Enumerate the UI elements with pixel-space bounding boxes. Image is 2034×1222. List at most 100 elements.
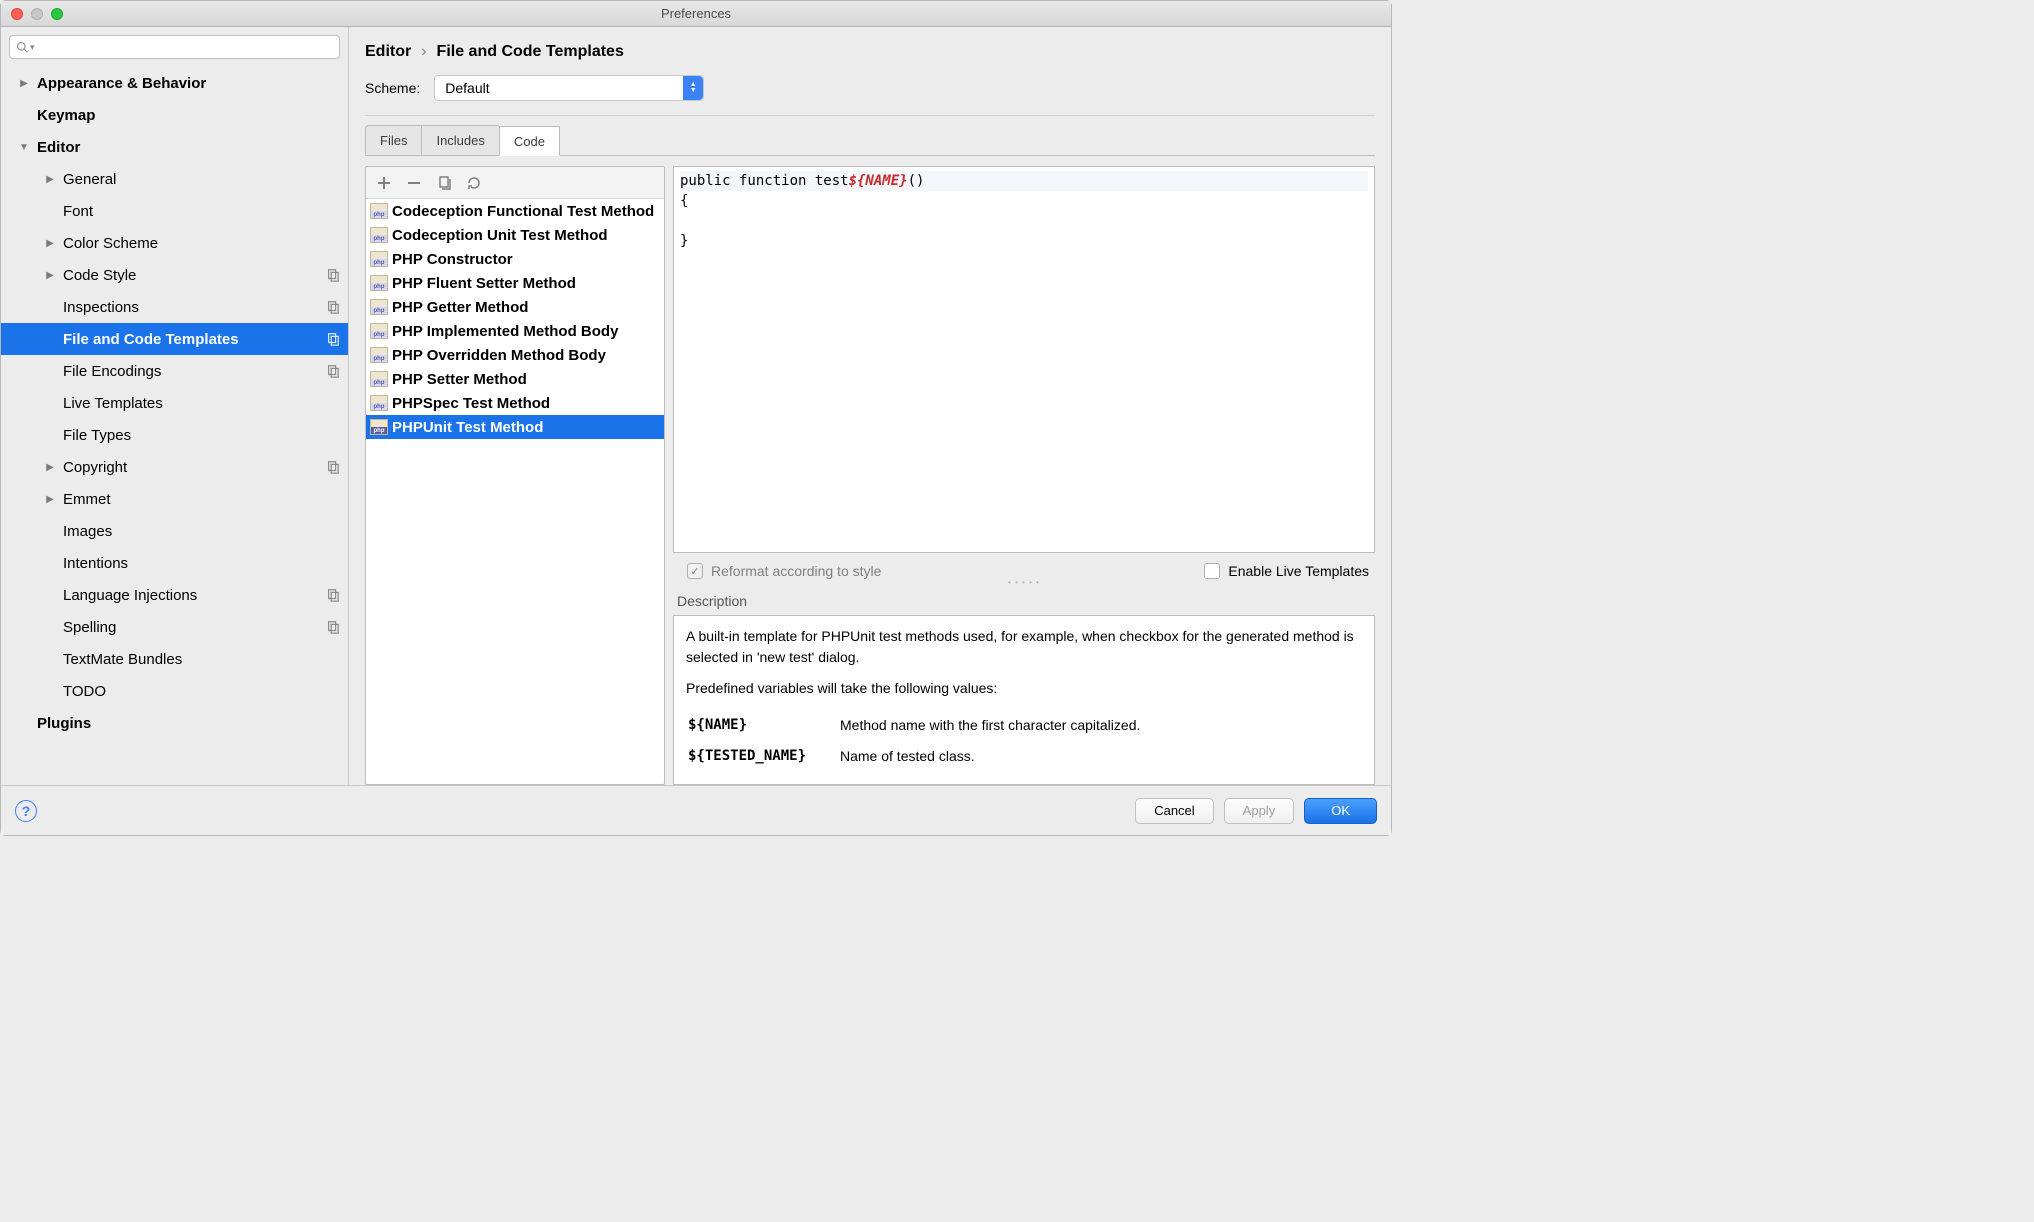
- sidebar-item[interactable]: ▼Editor: [1, 131, 348, 163]
- template-options: ✓ Reformat according to style Enable Liv…: [673, 553, 1375, 585]
- dialog-footer: ? Cancel Apply OK: [1, 785, 1391, 835]
- sidebar-item[interactable]: Spelling: [1, 611, 348, 643]
- sidebar-item[interactable]: File and Code Templates: [1, 323, 348, 355]
- scope-icon: [326, 268, 340, 282]
- ok-button[interactable]: OK: [1304, 798, 1377, 824]
- template-item-label: PHP Overridden Method Body: [392, 347, 606, 364]
- sidebar-item[interactable]: File Encodings: [1, 355, 348, 387]
- code-text: }: [680, 233, 688, 249]
- sidebar-item[interactable]: Inspections: [1, 291, 348, 323]
- breadcrumb-part[interactable]: Editor: [365, 43, 411, 61]
- window-titlebar: Preferences: [1, 1, 1391, 27]
- template-list-item[interactable]: PHPUnit Test Method: [366, 415, 664, 439]
- sidebar-item[interactable]: ▶ Copyright: [1, 451, 348, 483]
- description-vars-table: ${NAME}Method name with the first charac…: [686, 709, 1158, 773]
- template-code-editor[interactable]: public function test${NAME}() { }: [673, 166, 1375, 553]
- template-item-label: PHP Implemented Method Body: [392, 323, 618, 340]
- checkbox-label: Reformat according to style: [711, 563, 881, 579]
- template-item-label: PHP Fluent Setter Method: [392, 275, 576, 292]
- template-item-label: PHPSpec Test Method: [392, 395, 550, 412]
- description-header: Description: [673, 585, 1375, 615]
- remove-icon[interactable]: [406, 175, 422, 191]
- template-item-label: PHP Getter Method: [392, 299, 528, 316]
- sidebar-item-label: Emmet: [63, 491, 340, 508]
- template-item-label: PHP Setter Method: [392, 371, 527, 388]
- checkbox-icon: [1204, 563, 1220, 579]
- sidebar-item[interactable]: ▶ Emmet: [1, 483, 348, 515]
- sidebar-item-label: Editor: [37, 139, 340, 156]
- sidebar-item-label: General: [63, 171, 340, 188]
- search-icon: [16, 41, 28, 53]
- sidebar-item[interactable]: Images: [1, 515, 348, 547]
- scope-icon: [326, 588, 340, 602]
- sidebar-item[interactable]: Live Templates: [1, 387, 348, 419]
- sidebar-item[interactable]: TODO: [1, 675, 348, 707]
- help-button[interactable]: ?: [15, 800, 37, 822]
- sidebar-item-label: Live Templates: [63, 395, 340, 412]
- add-icon[interactable]: [376, 175, 392, 191]
- sidebar-item-label: Intentions: [63, 555, 340, 572]
- sidebar-item-label: Copyright: [63, 459, 326, 476]
- sidebar-item-label: Plugins: [37, 715, 340, 732]
- tab[interactable]: Files: [365, 125, 421, 155]
- main-content: ▾ ▶Appearance & Behavior Keymap ▼Editor ▶ Ge…: [1, 27, 1391, 785]
- disclosure-icon: ▶: [45, 174, 55, 185]
- template-list-item[interactable]: PHP Fluent Setter Method: [366, 271, 664, 295]
- code-tab-body: Codeception Functional Test MethodCodece…: [365, 156, 1375, 785]
- scheme-select[interactable]: Default ▲▼: [434, 75, 704, 101]
- description-text: A built-in template for PHPUnit test met…: [686, 626, 1362, 668]
- sidebar-item[interactable]: Intentions: [1, 547, 348, 579]
- cancel-button[interactable]: Cancel: [1135, 798, 1213, 824]
- variable-name: ${TESTED_NAME}: [688, 742, 838, 771]
- sidebar-item[interactable]: TextMate Bundles: [1, 643, 348, 675]
- tab[interactable]: Code: [499, 126, 560, 156]
- template-list-item[interactable]: PHP Getter Method: [366, 295, 664, 319]
- php-file-icon: [370, 323, 388, 339]
- sidebar-item[interactable]: Plugins: [1, 707, 348, 739]
- sidebar-item[interactable]: Keymap: [1, 99, 348, 131]
- checkbox-label: Enable Live Templates: [1228, 563, 1369, 579]
- template-list-item[interactable]: PHP Setter Method: [366, 367, 664, 391]
- disclosure-icon: ▶: [45, 270, 55, 281]
- copy-icon[interactable]: [436, 175, 452, 191]
- sidebar-item[interactable]: Font: [1, 195, 348, 227]
- sidebar-item-label: Font: [63, 203, 340, 220]
- sidebar-item[interactable]: ▶Appearance & Behavior: [1, 67, 348, 99]
- template-list-item[interactable]: PHP Constructor: [366, 247, 664, 271]
- breadcrumb-part: File and Code Templates: [437, 43, 624, 61]
- tab[interactable]: Includes: [421, 125, 498, 155]
- scope-icon: [326, 460, 340, 474]
- template-list-toolbar: [366, 167, 664, 199]
- live-templates-checkbox[interactable]: Enable Live Templates: [1204, 563, 1369, 579]
- php-file-icon: [370, 275, 388, 291]
- sidebar-item[interactable]: ▶ General: [1, 163, 348, 195]
- sidebar-item[interactable]: Language Injections: [1, 579, 348, 611]
- template-list-item[interactable]: Codeception Unit Test Method: [366, 223, 664, 247]
- apply-button[interactable]: Apply: [1224, 798, 1295, 824]
- php-file-icon: [370, 203, 388, 219]
- sidebar-item[interactable]: ▶Color Scheme: [1, 227, 348, 259]
- disclosure-icon: ▶: [45, 462, 55, 473]
- table-row: ${TESTED_NAME}Name of tested class.: [688, 742, 1156, 771]
- window-title: Preferences: [1, 6, 1391, 21]
- sidebar-item-label: Language Injections: [63, 587, 326, 604]
- resize-grip-icon[interactable]: • • • • •: [1008, 578, 1040, 587]
- template-tabs: FilesIncludesCode: [365, 126, 1375, 156]
- variable-desc: Name of tested class.: [840, 742, 1156, 771]
- template-list-item[interactable]: PHPSpec Test Method: [366, 391, 664, 415]
- php-file-icon: [370, 347, 388, 363]
- sidebar-item-label: Keymap: [37, 107, 340, 124]
- sidebar-item[interactable]: File Types: [1, 419, 348, 451]
- search-input[interactable]: ▾: [9, 35, 340, 59]
- template-list-item[interactable]: Codeception Functional Test Method: [366, 199, 664, 223]
- template-list-item[interactable]: PHP Implemented Method Body: [366, 319, 664, 343]
- reformat-checkbox[interactable]: ✓ Reformat according to style: [687, 563, 881, 579]
- code-text: {: [680, 193, 688, 209]
- refresh-icon[interactable]: [466, 175, 482, 191]
- template-list[interactable]: Codeception Functional Test MethodCodece…: [366, 199, 664, 784]
- disclosure-icon: ▶: [45, 494, 55, 505]
- sidebar-item[interactable]: ▶Code Style: [1, 259, 348, 291]
- settings-tree[interactable]: ▶Appearance & Behavior Keymap ▼Editor ▶ Gene…: [1, 67, 348, 785]
- php-file-icon: [370, 395, 388, 411]
- template-list-item[interactable]: PHP Overridden Method Body: [366, 343, 664, 367]
